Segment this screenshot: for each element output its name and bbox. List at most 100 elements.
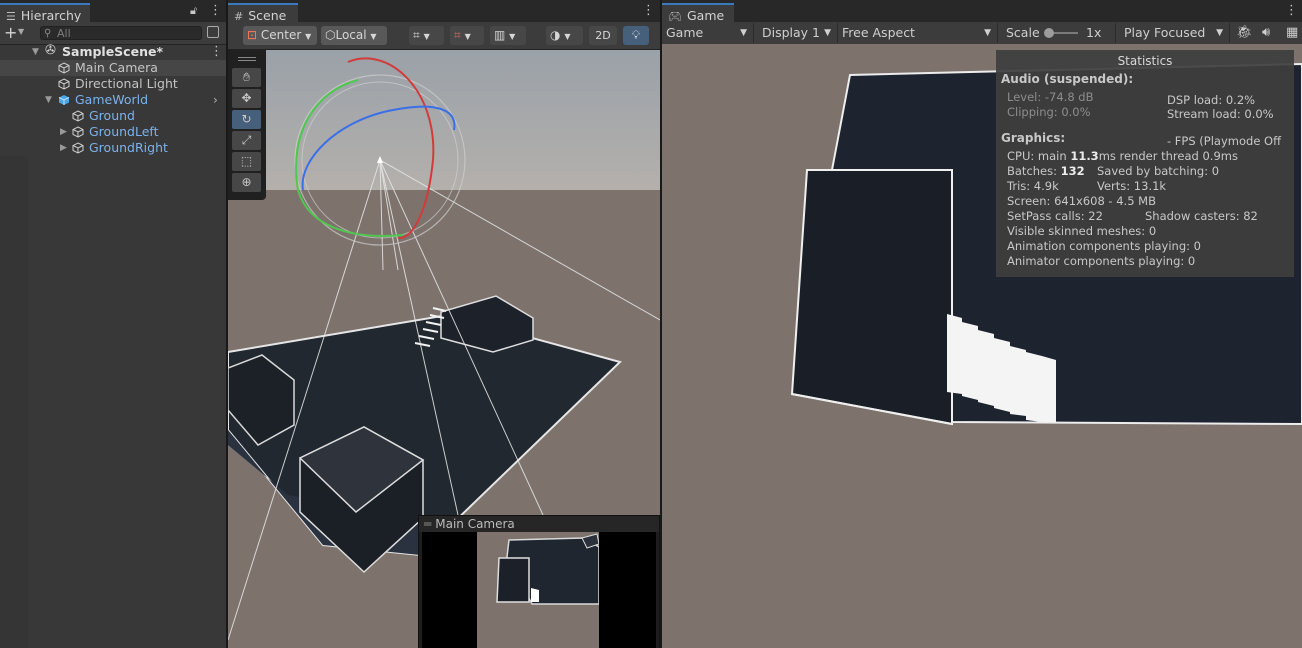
scene-name: SampleScene* [62, 44, 163, 59]
cpu-suffix: ms render thread 0.9ms [1098, 149, 1238, 163]
hierarchy-item-ground[interactable]: Ground [0, 108, 226, 124]
play-mode-dropdown[interactable]: Play Focused ▼ [1120, 23, 1230, 43]
pivot-center-dropdown[interactable]: ⊡ Center ▼ [243, 26, 317, 45]
scene-viewport[interactable]: ✋︎ ✥ ↻ ⤢ ⬚ ⊕ ═ Main Camera [228, 50, 660, 648]
camera-preview-render [496, 533, 600, 605]
collapse-arrow-icon[interactable]: ▶ [60, 140, 67, 156]
chevron-down-icon: ▼ [1216, 28, 1223, 38]
game-menu-icon[interactable]: ⋮ [1285, 4, 1298, 18]
audio-header: Audio (suspended): [1001, 72, 1134, 86]
animation-components-stat: Animation components playing: 0 [1007, 239, 1201, 253]
stats-title: Statistics [1117, 54, 1173, 68]
space-label: Local [335, 28, 367, 42]
item-label: GroundRight [89, 140, 168, 155]
add-icon[interactable]: + [4, 23, 17, 42]
transform-tool-button[interactable]: ⊕ [232, 173, 261, 192]
camera-preview-header: ═ Main Camera [419, 516, 659, 532]
hierarchy-item-groundright[interactable]: ▶ GroundRight [0, 140, 226, 156]
game-panel: 🎮︎ Game ⋮ Game ▼ Display 1 ▼ Free Aspect ▼ S… [662, 0, 1302, 648]
batches-value: 132 [1060, 164, 1085, 178]
lock-icon[interactable]: 🔓︎ [190, 4, 197, 18]
camera-preview-overlay: ═ Main Camera [418, 515, 660, 648]
chevron-down-icon: ▼ [464, 32, 471, 41]
scale-slider-thumb[interactable] [1044, 28, 1054, 38]
animator-components-stat: Animator components playing: 0 [1007, 254, 1196, 268]
gameobject-cube-icon [72, 126, 84, 138]
rotate-tool-button[interactable]: ↻ [232, 110, 261, 129]
camera-preview-title: Main Camera [435, 517, 515, 531]
tab-scene[interactable]: # Scene [228, 3, 298, 23]
search-by-type-icon[interactable] [207, 26, 219, 38]
hierarchy-item-groundleft[interactable]: ▶ GroundLeft [0, 124, 226, 140]
increment-snap-button[interactable]: ▥ ▼ [490, 26, 526, 45]
scene-panel: # Scene ⋮ ⊡ Center ▼ ⬡Local ▼ ⌗ ▼ ⌗ ▼ ▥ ▼… [228, 0, 660, 648]
chevron-down-icon: ▼ [824, 28, 831, 38]
fps-readout: - FPS (Playmode Off [1167, 134, 1282, 148]
aspect-dropdown-label: Free Aspect [842, 25, 915, 40]
grid-visibility-button[interactable]: ⌗ ▼ [409, 26, 444, 45]
move-tool-button[interactable]: ✥ [232, 89, 261, 108]
game-view-dropdown[interactable]: Game ▼ [662, 23, 754, 43]
bug-icon[interactable]: 🐞︎ [1236, 25, 1253, 40]
audio-mute-icon[interactable]: 🔊︎ [1262, 25, 1270, 40]
collapse-arrow-icon[interactable]: ▶ [60, 124, 67, 140]
aspect-dropdown[interactable]: Free Aspect ▼ [838, 23, 998, 43]
unity-scene-icon: ✇ [45, 43, 56, 58]
space-local-dropdown[interactable]: ⬡Local ▼ [321, 26, 387, 45]
display-dropdown[interactable]: Display 1 ▼ [758, 23, 838, 43]
tools-overlay: ✋︎ ✥ ↻ ⤢ ⬚ ⊕ [228, 50, 266, 200]
lighting-toggle-button[interactable]: 💡︎ [623, 26, 649, 45]
game-viewport[interactable]: Statistics Audio (suspended): Level: -74… [662, 44, 1302, 648]
hierarchy-gutter [0, 156, 28, 648]
splitter-right[interactable] [660, 0, 662, 648]
drag-handle-icon[interactable]: ═ [424, 516, 431, 532]
chevron-down-icon: ▼ [370, 32, 377, 41]
2d-mode-label: 2D [595, 29, 611, 42]
scene-row[interactable]: ▼ ✇ SampleScene* ⋮ [0, 43, 226, 60]
screen-stat: Screen: 641x608 - 4.5 MB [1007, 194, 1156, 208]
camera-preview-image [477, 532, 600, 648]
hand-tool-button[interactable]: ✋︎ [232, 68, 261, 87]
chevron-down-icon: ▼ [984, 28, 991, 38]
hierarchy-item-directional-light[interactable]: Directional Light [0, 76, 226, 92]
item-label: GameWorld [75, 92, 149, 107]
expand-arrow-icon[interactable]: ▼ [45, 92, 52, 108]
batches-stat: Batches: 132 [1007, 164, 1085, 178]
grid-visibility-icon: ⌗ [413, 28, 420, 42]
item-label: Ground [89, 108, 135, 123]
tris-stat: Tris: 4.9k [1007, 179, 1059, 193]
gameobject-cube-icon [72, 142, 84, 154]
scene-menu-icon[interactable]: ⋮ [210, 45, 223, 59]
tab-hierarchy[interactable]: ☰ Hierarchy [0, 3, 90, 23]
near-box-mesh [790, 169, 953, 426]
splitter-left[interactable] [226, 0, 228, 648]
drag-handle-icon[interactable] [238, 57, 256, 61]
chevron-down-icon: ▼ [564, 32, 571, 41]
pivot-label: Center [260, 28, 302, 42]
scale-label: Scale [1006, 25, 1040, 40]
cpu-prefix: CPU: main [1007, 149, 1071, 163]
snap-button[interactable]: ⌗ ▼ [450, 26, 484, 45]
hand-icon: ✋︎ [243, 70, 250, 84]
expand-arrow-icon[interactable]: ▼ [32, 44, 39, 60]
draw-mode-button[interactable]: ◑ ▼ [546, 26, 583, 45]
hierarchy-search-input[interactable]: ⚲ All [40, 26, 202, 40]
game-tabbar: 🎮︎ Game ⋮ [662, 0, 1302, 23]
scene-menu-icon[interactable]: ⋮ [642, 4, 655, 18]
gizmos-grid-icon[interactable]: ▦ [1286, 25, 1298, 40]
grid-snap-icon: ⌗ [454, 28, 461, 42]
gameobject-cube-icon [58, 62, 70, 74]
rect-tool-button[interactable]: ⬚ [232, 152, 261, 171]
scale-tool-button[interactable]: ⤢ [232, 131, 261, 150]
hierarchy-item-main-camera[interactable]: Main Camera [0, 60, 226, 76]
local-space-icon: ⬡ [325, 28, 336, 42]
hierarchy-item-gameworld[interactable]: ▼ GameWorld › [0, 92, 226, 108]
audio-clipping: Clipping: 0.0% [1007, 105, 1091, 119]
chevron-right-icon[interactable]: › [213, 92, 218, 108]
hierarchy-menu-icon[interactable]: ⋮ [209, 4, 222, 18]
tab-game[interactable]: 🎮︎ Game [662, 3, 734, 23]
hierarchy-tab-label: Hierarchy [20, 8, 82, 23]
add-dropdown-icon[interactable]: ▼ [18, 27, 24, 36]
2d-mode-button[interactable]: 2D [589, 26, 617, 45]
pivot-icon: ⊡ [247, 28, 258, 42]
